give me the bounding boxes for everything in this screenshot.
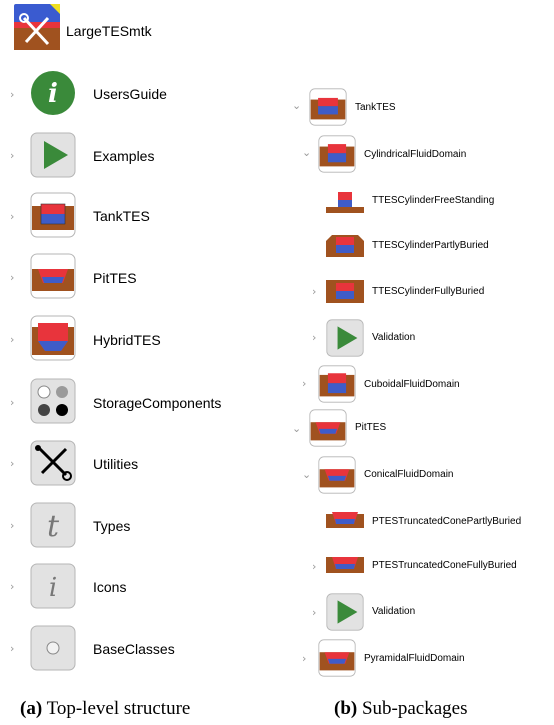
tank-icon <box>309 88 347 126</box>
fully-buried-icon <box>326 277 364 305</box>
base-circle-icon <box>30 625 76 671</box>
tree-item-label[interactable]: TTESCylinderFullyBuried <box>372 286 484 297</box>
tree-item-label[interactable]: CuboidalFluidDomain <box>364 379 460 390</box>
pit-icon <box>309 409 347 447</box>
chevron-right-icon[interactable]: › <box>312 560 316 573</box>
tree-item-label[interactable]: PTESTruncatedConeFullyBuried <box>372 560 517 571</box>
caption-a: (a) Top-level structure <box>20 698 190 720</box>
chevron-right-icon[interactable]: › <box>10 457 14 470</box>
tree-item-label[interactable]: Icons <box>93 579 126 595</box>
tree-item-label[interactable]: TankTES <box>93 208 150 224</box>
chevron-right-icon[interactable]: › <box>312 285 316 298</box>
tree-item-label[interactable]: PyramidalFluidDomain <box>364 653 465 664</box>
tree-item-label[interactable]: UsersGuide <box>93 86 167 102</box>
caption-a-tag: (a) <box>20 698 43 719</box>
tree-item-label[interactable]: Types <box>93 518 130 534</box>
svg-text:i: i <box>48 79 58 109</box>
cuboidal-domain-icon <box>318 365 356 403</box>
chevron-right-icon[interactable]: › <box>10 271 14 284</box>
chevron-right-icon[interactable]: › <box>10 580 14 593</box>
caption-b-text: Sub-packages <box>361 698 468 719</box>
tree-item-label[interactable]: TTESCylinderFreeStanding <box>372 195 494 206</box>
caption-a-text: Top-level structure <box>46 698 191 719</box>
tree-item-label[interactable]: TTESCylinderPartlyBuried <box>372 240 489 251</box>
tree-item-label[interactable]: TankTES <box>355 102 396 113</box>
tree-item-label[interactable]: BaseClasses <box>93 641 175 657</box>
wrench-screwdriver-icon <box>30 440 76 486</box>
pit-icon <box>30 253 76 299</box>
chevron-down-icon[interactable]: ⌄ <box>292 99 301 112</box>
chevron-right-icon[interactable]: › <box>10 396 14 409</box>
tree-item-label[interactable]: StorageComponents <box>93 395 221 411</box>
chevron-right-icon[interactable]: › <box>312 331 316 344</box>
tree-item-label[interactable]: PTESTruncatedConePartlyBuried <box>372 516 521 527</box>
components-icon <box>30 378 76 424</box>
tree-item-label[interactable]: Validation <box>372 332 415 343</box>
chevron-right-icon[interactable]: › <box>10 88 14 101</box>
svg-text:i: i <box>49 573 57 603</box>
play-icon <box>326 319 364 357</box>
chevron-down-icon[interactable]: ⌄ <box>302 146 311 159</box>
partly-buried-icon <box>326 231 364 259</box>
chevron-right-icon[interactable]: › <box>10 333 14 346</box>
root-label[interactable]: LargeTESmtk <box>66 23 152 39</box>
chevron-right-icon[interactable]: › <box>10 210 14 223</box>
hybrid-icon <box>30 315 76 361</box>
type-t-icon: t <box>30 502 76 548</box>
chevron-right-icon[interactable]: › <box>10 149 14 162</box>
tree-item-label[interactable]: Utilities <box>93 456 138 472</box>
chevron-right-icon[interactable]: › <box>10 519 14 532</box>
cylindrical-domain-icon <box>318 135 356 173</box>
chevron-right-icon[interactable]: › <box>10 642 14 655</box>
chevron-right-icon[interactable]: › <box>312 606 316 619</box>
pyramidal-domain-icon <box>318 639 356 677</box>
chevron-right-icon[interactable]: › <box>302 377 306 390</box>
cone-partly-buried-icon <box>326 510 364 530</box>
tree-item-label[interactable]: Validation <box>372 606 415 617</box>
tank-icon <box>30 192 76 238</box>
tree-item-label[interactable]: Examples <box>93 148 154 164</box>
tree-item-label[interactable]: HybridTES <box>93 332 161 348</box>
play-icon <box>326 593 364 631</box>
tree-item-label[interactable]: ConicalFluidDomain <box>364 469 453 480</box>
tree-item-label[interactable]: PitTES <box>93 270 137 286</box>
free-standing-icon <box>326 186 364 214</box>
caption-b-tag: (b) <box>334 698 358 719</box>
cone-fully-buried-icon <box>326 555 364 575</box>
tree-item-label[interactable]: PitTES <box>355 422 386 433</box>
chevron-right-icon[interactable]: › <box>302 652 306 665</box>
play-icon <box>30 132 76 178</box>
svg-text:t: t <box>47 509 60 544</box>
icons-i-icon: i <box>30 563 76 609</box>
chevron-down-icon[interactable]: ⌄ <box>302 468 311 481</box>
caption-b: (b) Sub-packages <box>334 698 468 720</box>
conical-domain-icon <box>318 456 356 494</box>
library-tools-icon <box>14 4 60 50</box>
chevron-down-icon[interactable]: ⌄ <box>292 422 301 435</box>
tree-item-label[interactable]: CylindricalFluidDomain <box>364 149 466 160</box>
info-circle-icon: i <box>30 70 76 116</box>
